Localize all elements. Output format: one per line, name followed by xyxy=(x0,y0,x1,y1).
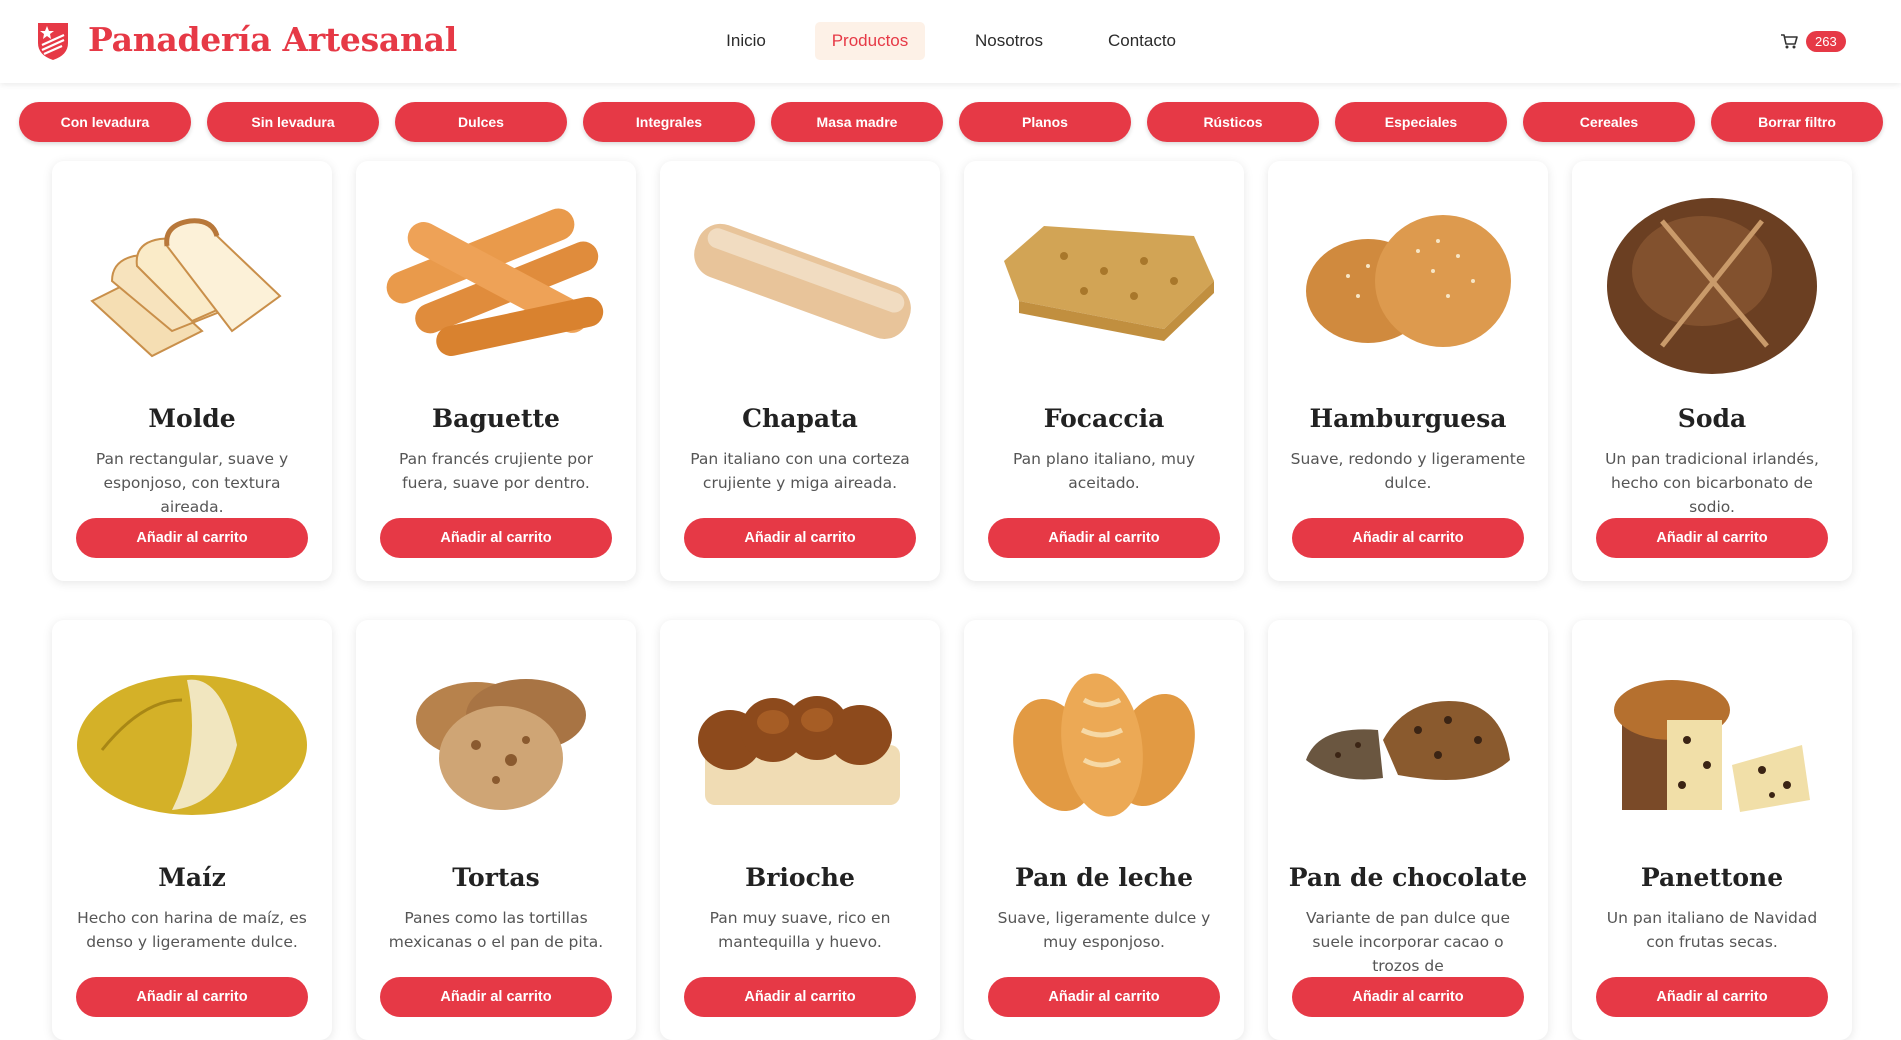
product-card-soda: Soda Un pan tradicional irlandés, hecho … xyxy=(1572,161,1852,581)
milk-bread-icon xyxy=(984,640,1224,840)
product-name: Panettone xyxy=(1640,863,1784,892)
filter-bar: Con levadura Sin levadura Dulces Integra… xyxy=(0,102,1901,144)
sliced-bread-icon xyxy=(72,181,312,381)
product-name: Pan de leche xyxy=(1014,863,1193,892)
add-to-cart-button[interactable]: Añadir al carrito xyxy=(1292,518,1524,558)
add-to-cart-button[interactable]: Añadir al carrito xyxy=(380,977,612,1017)
filter-dulces[interactable]: Dulces xyxy=(395,102,567,142)
filter-integrales[interactable]: Integrales xyxy=(583,102,755,142)
product-card-baguette: Baguette Pan francés crujiente por fuera… xyxy=(356,161,636,581)
burger-bun-icon xyxy=(1288,181,1528,381)
main-nav: Inicio Productos Nosotros Contacto xyxy=(0,22,1901,62)
product-name: Chapata xyxy=(742,404,858,433)
product-name: Tortas xyxy=(452,863,540,892)
nav-inicio[interactable]: Inicio xyxy=(712,22,780,60)
product-name: Maíz xyxy=(158,863,226,892)
product-description: Hecho con harina de maíz, es denso y lig… xyxy=(77,909,307,951)
product-card-tortas: Tortas Panes como las tortillas mexicana… xyxy=(356,620,636,1040)
product-description: Pan francés crujiente por fuera, suave p… xyxy=(398,450,594,492)
product-card-focaccia: Focaccia Pan plano italiano, muy aceitad… xyxy=(964,161,1244,581)
product-name: Brioche xyxy=(745,863,855,892)
add-to-cart-button[interactable]: Añadir al carrito xyxy=(76,977,308,1017)
product-description: Pan muy suave, rico en mantequilla y hue… xyxy=(709,909,891,951)
product-name: Baguette xyxy=(432,404,560,433)
product-description: Variante de pan dulce que suele incorpor… xyxy=(1306,909,1510,975)
filter-sin-levadura[interactable]: Sin levadura xyxy=(207,102,379,142)
baguette-icon xyxy=(376,181,616,381)
add-to-cart-button[interactable]: Añadir al carrito xyxy=(1292,977,1524,1017)
add-to-cart-button[interactable]: Añadir al carrito xyxy=(684,518,916,558)
product-name: Hamburguesa xyxy=(1309,404,1507,433)
product-name: Molde xyxy=(148,404,236,433)
add-to-cart-button[interactable]: Añadir al carrito xyxy=(988,518,1220,558)
cart-button[interactable]: 263 xyxy=(1780,28,1846,54)
cart-icon xyxy=(1781,34,1798,49)
add-to-cart-button[interactable]: Añadir al carrito xyxy=(684,977,916,1017)
soda-bread-icon xyxy=(1592,181,1832,381)
product-description: Suave, redondo y ligeramente dulce. xyxy=(1290,450,1526,492)
product-description: Panes como las tortillas mexicanas o el … xyxy=(388,909,604,951)
filter-borrar[interactable]: Borrar filtro xyxy=(1711,102,1883,142)
add-to-cart-button[interactable]: Añadir al carrito xyxy=(380,518,612,558)
filter-especiales[interactable]: Especiales xyxy=(1335,102,1507,142)
product-description: Pan plano italiano, muy aceitado. xyxy=(1012,450,1196,492)
ciabatta-icon xyxy=(680,181,920,381)
product-description: Un pan italiano de Navidad con frutas se… xyxy=(1606,909,1818,951)
nav-contacto[interactable]: Contacto xyxy=(1096,22,1188,60)
product-description: Un pan tradicional irlandés, hecho con b… xyxy=(1605,450,1819,516)
add-to-cart-button[interactable]: Añadir al carrito xyxy=(988,977,1220,1017)
product-card-panettone: Panettone Un pan italiano de Navidad con… xyxy=(1572,620,1852,1040)
product-card-pan-de-chocolate: Pan de chocolate Variante de pan dulce q… xyxy=(1268,620,1548,1040)
add-to-cart-button[interactable]: Añadir al carrito xyxy=(1596,977,1828,1017)
flatbread-icon xyxy=(376,640,616,840)
product-name: Pan de chocolate xyxy=(1288,863,1528,892)
nav-nosotros[interactable]: Nosotros xyxy=(963,22,1055,60)
product-name: Soda xyxy=(1677,404,1747,433)
filter-masa-madre[interactable]: Masa madre xyxy=(771,102,943,142)
product-name: Focaccia xyxy=(1043,404,1165,433)
product-card-maiz: Maíz Hecho con harina de maíz, es denso … xyxy=(52,620,332,1040)
product-card-hamburguesa: Hamburguesa Suave, redondo y ligeramente… xyxy=(1268,161,1548,581)
nav-productos[interactable]: Productos xyxy=(815,22,925,60)
filter-rusticos[interactable]: Rústicos xyxy=(1147,102,1319,142)
product-description: Pan rectangular, suave y esponjoso, con … xyxy=(95,450,289,516)
filter-planos[interactable]: Planos xyxy=(959,102,1131,142)
product-card-pan-de-leche: Pan de leche Suave, ligeramente dulce y … xyxy=(964,620,1244,1040)
product-description: Suave, ligeramente dulce y muy esponjoso… xyxy=(997,909,1211,951)
chocolate-bread-icon xyxy=(1288,640,1528,840)
cart-count-badge: 263 xyxy=(1806,30,1846,52)
focaccia-icon xyxy=(984,181,1224,381)
add-to-cart-button[interactable]: Añadir al carrito xyxy=(1596,518,1828,558)
add-to-cart-button[interactable]: Añadir al carrito xyxy=(76,518,308,558)
product-description: Pan italiano con una corteza crujiente y… xyxy=(690,450,910,492)
product-card-chapata: Chapata Pan italiano con una corteza cru… xyxy=(660,161,940,581)
product-card-brioche: Brioche Pan muy suave, rico en mantequil… xyxy=(660,620,940,1040)
site-header: Panadería Artesanal Inicio Productos Nos… xyxy=(0,0,1901,83)
corn-bread-icon xyxy=(72,640,312,840)
brioche-icon xyxy=(680,640,920,840)
filter-cereales[interactable]: Cereales xyxy=(1523,102,1695,142)
product-card-molde: Molde Pan rectangular, suave y esponjoso… xyxy=(52,161,332,581)
filter-con-levadura[interactable]: Con levadura xyxy=(19,102,191,142)
panettone-icon xyxy=(1592,640,1832,840)
